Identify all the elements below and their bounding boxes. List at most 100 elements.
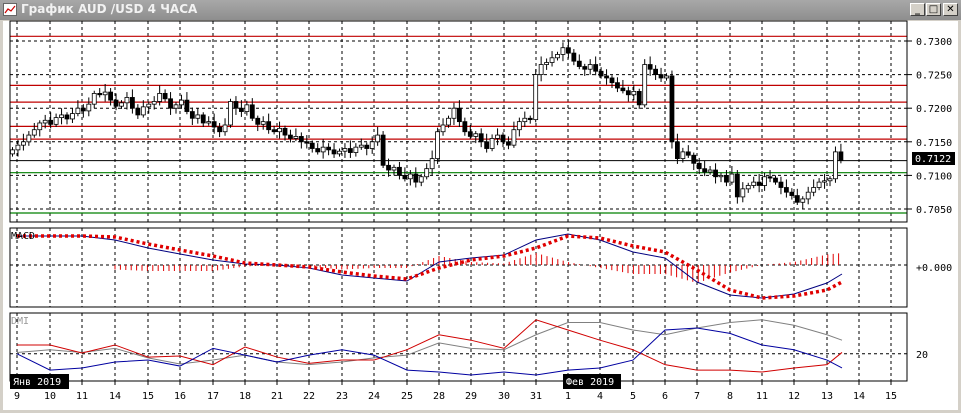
- candle-bear: [778, 181, 784, 188]
- date-label: 21: [271, 391, 283, 402]
- candle-bull: [440, 124, 446, 133]
- candle-bear: [48, 119, 54, 125]
- candle-bear: [380, 134, 386, 166]
- date-label: 13: [821, 391, 833, 402]
- current-price-label: 0.7122: [915, 154, 951, 165]
- date-label: 25: [401, 391, 413, 402]
- candle-bear: [113, 99, 119, 107]
- candle-bear: [669, 75, 675, 143]
- candle-bull: [353, 146, 359, 153]
- candle-bear: [571, 52, 577, 62]
- candle-bear: [386, 164, 391, 171]
- plus-di-line: [16, 327, 843, 376]
- candle-bear: [838, 151, 844, 162]
- minus-di-line: [17, 319, 843, 373]
- candle-bear: [288, 134, 293, 139]
- candle-bear: [789, 191, 795, 196]
- candle-bull: [277, 127, 282, 133]
- date-label: 18: [239, 391, 251, 402]
- candle-bear: [135, 107, 141, 116]
- candle-bear: [467, 131, 473, 137]
- candle-bull: [587, 64, 593, 70]
- candle-bull: [745, 185, 751, 190]
- candle-bear: [97, 93, 103, 96]
- candle-bear: [756, 181, 762, 186]
- candle-bull: [827, 178, 833, 182]
- date-label: 11: [756, 391, 768, 402]
- candle-bull: [664, 75, 669, 79]
- candle-bear: [702, 168, 708, 173]
- candle-bear: [402, 174, 408, 180]
- candle-bull: [495, 134, 500, 139]
- candle-bear: [413, 173, 419, 183]
- dmi-label: DMI: [11, 316, 29, 327]
- candle-bear: [238, 107, 244, 112]
- adx-line: [16, 319, 843, 366]
- candle-bear: [266, 121, 272, 131]
- candle-bull: [707, 169, 713, 173]
- price-label: 0.7050: [916, 205, 952, 216]
- candle-bull: [762, 176, 767, 186]
- chart-canvas[interactable]: 9 10 11 14 15 16 17 18 21 22 23 24 25 28 29 30 31 1 4 5 6 7 8 1…: [0, 0, 961, 413]
- candle-bear: [773, 177, 778, 183]
- candle-bull: [26, 134, 32, 143]
- candle-bull: [337, 150, 342, 155]
- date-label: 9: [14, 391, 20, 402]
- candle-bull: [15, 144, 21, 151]
- price-label: 0.7250: [916, 71, 952, 82]
- date-label: 22: [303, 391, 315, 402]
- candle-bear: [566, 47, 571, 54]
- candle-bear: [658, 74, 664, 79]
- candle-bear: [80, 107, 86, 112]
- candle-bull: [522, 117, 528, 123]
- candle-bull: [555, 54, 560, 59]
- date-label: 17: [207, 391, 219, 402]
- macd-line: [17, 233, 843, 299]
- candle-bull: [729, 173, 735, 183]
- date-label: 31: [530, 391, 542, 402]
- candle-bull: [320, 146, 326, 153]
- price-label: 0.7100: [916, 171, 952, 182]
- candle-bull: [102, 91, 108, 96]
- candle-bull: [119, 102, 124, 107]
- candle-bull: [70, 113, 75, 120]
- candles: [10, 39, 844, 209]
- date-label: 30: [498, 391, 510, 402]
- candle-bear: [456, 107, 462, 123]
- candle-bear: [767, 176, 773, 179]
- candle-bear: [620, 87, 626, 92]
- candle-bull: [822, 180, 827, 183]
- candle-bear: [129, 97, 135, 109]
- candle-bear: [598, 70, 604, 77]
- candle-bear: [347, 148, 353, 153]
- dmi-series: [10, 319, 907, 376]
- candle-bear: [506, 141, 511, 146]
- candle-bull: [140, 106, 146, 116]
- candle-bull: [37, 122, 43, 131]
- candle-bear: [462, 121, 468, 133]
- candle-bull: [146, 103, 152, 108]
- candle-bear: [724, 174, 729, 183]
- date-label: 15: [142, 391, 154, 402]
- date-label: 29: [465, 391, 477, 402]
- candle-bull: [342, 148, 348, 152]
- macd-label: MACD: [11, 231, 35, 242]
- candle-bull: [151, 101, 157, 105]
- price-label: 0.7300: [916, 37, 952, 48]
- candle-bear: [484, 141, 490, 149]
- candle-bull: [544, 62, 549, 65]
- candle-bear: [189, 111, 195, 119]
- date-label: 6: [662, 391, 668, 402]
- candle-bull: [179, 99, 184, 106]
- candle-bear: [653, 68, 658, 75]
- candle-bull: [260, 121, 266, 125]
- candle-bull: [489, 138, 495, 149]
- candle-bear: [691, 154, 697, 164]
- dmi-level-label: 20: [916, 350, 928, 361]
- candle-bear: [211, 121, 217, 128]
- axes-labels: 9 10 11 14 15 16 17 18 21 22 23 24 25 28 29 30 31 1 4 5 6 7 8 1…: [14, 37, 952, 402]
- candle-bull: [833, 151, 838, 180]
- candle-bear: [233, 101, 239, 109]
- candle-bull: [244, 104, 250, 112]
- candle-bull: [173, 104, 179, 109]
